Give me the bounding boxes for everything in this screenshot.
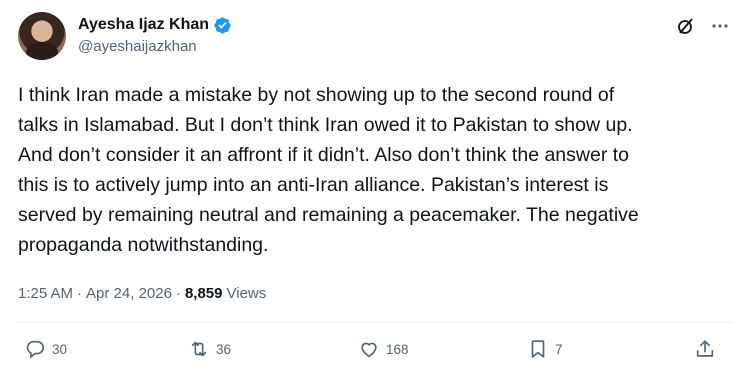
header-actions	[676, 16, 730, 36]
meta-separator: ·	[77, 285, 83, 302]
repost-count: 36	[216, 341, 232, 357]
like-count: 168	[386, 341, 409, 357]
like-icon	[361, 342, 377, 358]
share-icon	[696, 340, 714, 357]
views-label: Views	[226, 285, 267, 302]
name-row: Ayesha Ijaz Khan	[78, 14, 232, 36]
tweet-date[interactable]: Apr 24, 2026	[86, 285, 172, 302]
tweet-meta: 1:25 AM · Apr 24, 2026 · 8,859 Views	[18, 285, 270, 302]
like-button[interactable]: 168	[358, 338, 409, 360]
tweet-text: I think Iran made a mistake by not showi…	[18, 84, 639, 256]
tweet-time[interactable]: 1:25 AM	[18, 285, 73, 302]
author-info: Ayesha Ijaz Khan @ayeshaijazkhan	[78, 14, 232, 55]
grok-icon[interactable]	[676, 16, 696, 36]
display-name[interactable]: Ayesha Ijaz Khan	[78, 16, 209, 34]
repost-button[interactable]: 36	[188, 338, 231, 360]
verified-badge-icon[interactable]	[213, 16, 232, 35]
bookmark-icon	[531, 340, 545, 358]
reply-button[interactable]: 30	[24, 338, 67, 360]
divider	[18, 322, 732, 323]
avatar[interactable]	[18, 12, 66, 60]
action-bar: 30 36 168 7	[0, 338, 746, 378]
more-icon[interactable]	[710, 16, 730, 36]
views-count[interactable]: 8,859	[185, 285, 223, 302]
repost-icon	[191, 341, 207, 357]
tweet-header: Ayesha Ijaz Khan @ayeshaijazkhan	[18, 12, 730, 68]
bookmark-button[interactable]: 7	[527, 338, 563, 360]
handle[interactable]: @ayeshaijazkhan	[78, 38, 232, 55]
reply-count: 30	[52, 341, 68, 357]
bookmark-count: 7	[555, 341, 563, 357]
reply-icon	[26, 340, 45, 359]
meta-separator: ·	[175, 285, 181, 302]
share-button[interactable]	[694, 338, 716, 360]
